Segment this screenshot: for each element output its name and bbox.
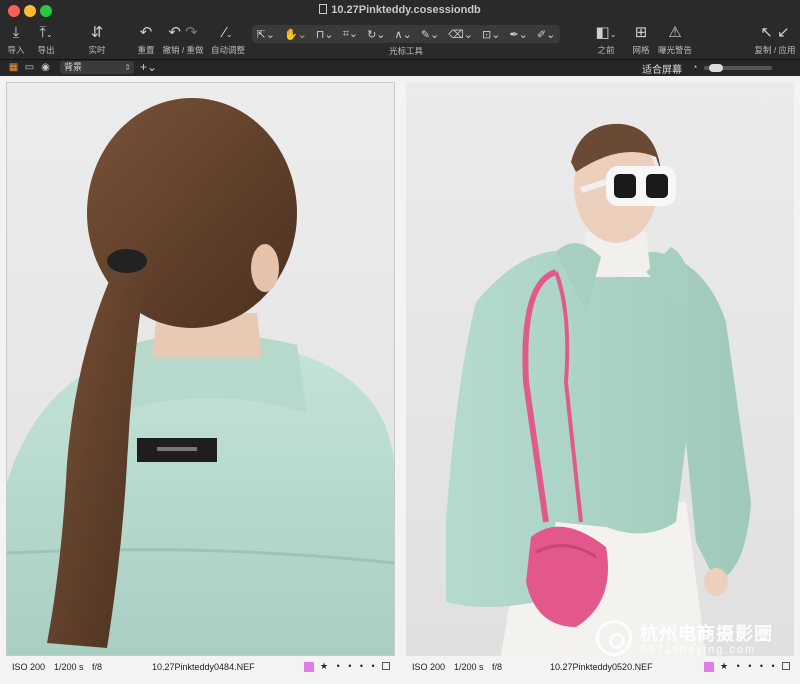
keystone-tool-icon[interactable]: ∧⌄	[395, 28, 412, 41]
background-select-value: 背景	[64, 62, 83, 72]
background-select[interactable]: 背景 ⇕	[60, 61, 134, 74]
copy-apply-label: 复制 / 应用	[754, 45, 796, 55]
star-rating[interactable]: ★ • • • •	[320, 661, 378, 672]
window-title: 10.27Pinkteddy.cosessiondb	[0, 4, 800, 16]
photo-back-view	[7, 83, 394, 655]
spot-removal-tool-icon[interactable]: ⊡⌄	[482, 28, 500, 41]
exposure-warning-button[interactable]: ⚠ 曝光警告	[656, 22, 694, 60]
fit-screen-button[interactable]: 适合屏幕	[642, 61, 682, 76]
add-icon[interactable]: +⌄	[140, 60, 157, 74]
undo-redo-label: 撤销 / 重做	[162, 45, 204, 55]
shutter-value: 1/200 s	[54, 662, 84, 672]
main-toolbar: ⤓ 导入 ⤒⌄ 导出 ⇵ 实时 ↶ 重置 ↶ ↷ 撤销 / 重做 ⁄⌄ 自动调整…	[0, 22, 800, 60]
color-tag[interactable]	[304, 662, 314, 672]
export-label: 导出	[37, 45, 55, 55]
shutter-value: 1/200 s	[454, 662, 484, 672]
before-label: 之前	[597, 45, 615, 55]
watermark: 杭州电商摄影圈 0571sheying.com	[596, 616, 796, 664]
aperture-value: f/8	[92, 662, 103, 672]
title-bar: 10.27Pinkteddy.cosessiondb	[0, 0, 800, 22]
viewer-subbar: ▦ ▭ ◉ 背景 ⇕ +⌄ 适合屏幕 ◔	[0, 60, 800, 76]
exposure-warning-label: 曝光警告	[657, 45, 692, 55]
window-title-text: 10.27Pinkteddy.cosessiondb	[331, 4, 481, 16]
metadata-icon[interactable]	[382, 662, 390, 670]
magic-wand-icon: ⁄⌄	[223, 24, 233, 41]
before-button[interactable]: ◧⌄ 之前	[592, 22, 620, 60]
reset-label: 重置	[137, 45, 155, 55]
filename: 10.27Pinkteddy0484.NEF	[152, 662, 255, 672]
import-button[interactable]: ⤓ 导入	[4, 22, 28, 60]
warning-icon: ⚠	[668, 24, 682, 41]
import-label: 导入	[7, 45, 25, 55]
crop-tool-icon[interactable]: ⌗⌄	[343, 27, 358, 41]
multi-view-icon[interactable]: ▦	[8, 62, 19, 73]
image-info-bar-1: ISO 200 1/200 s f/8 10.27Pinkteddy0484.N…	[6, 658, 395, 676]
annotation-tool-icon[interactable]: ✐⌄	[537, 28, 555, 41]
image-pane-1[interactable]	[6, 82, 395, 656]
cursor-tools-label: 光标工具	[388, 46, 423, 56]
undo-redo-icon: ↶ ↷	[168, 24, 198, 41]
copy-apply-button[interactable]: ↖ ↙ 复制 / 应用	[752, 22, 798, 60]
export-button[interactable]: ⤒⌄ 导出	[32, 22, 60, 60]
single-view-icon[interactable]: ▭	[24, 62, 35, 73]
undo-redo-button[interactable]: ↶ ↷ 撤销 / 重做	[162, 22, 204, 60]
chevron-updown-icon: ⇕	[124, 63, 131, 72]
grid-label: 网格	[632, 45, 650, 55]
reset-icon: ↶	[139, 24, 153, 41]
cursor-tools-group: ⇱⌄ ✋⌄ ⊓⌄ ⌗⌄ ↻⌄ ∧⌄ ✎⌄ ⌫⌄ ⊡⌄ ✒⌄ ✐⌄	[252, 25, 560, 43]
iso-value: ISO 200	[12, 662, 46, 672]
aperture-value: f/8	[492, 662, 503, 672]
brush-tool-icon[interactable]: ✎⌄	[421, 28, 439, 41]
pan-tool-icon[interactable]: ✋⌄	[284, 28, 307, 41]
auto-adjust-button[interactable]: ⁄⌄ 自动调整	[210, 22, 246, 60]
before-after-icon: ◧⌄	[595, 24, 617, 41]
proof-view-icon[interactable]: ◉	[40, 62, 51, 73]
photo-front-view	[406, 82, 794, 656]
eraser-tool-icon[interactable]: ⌫⌄	[448, 28, 473, 41]
grid-button[interactable]: ⊞ 网格	[628, 22, 654, 60]
grid-icon: ⊞	[634, 24, 648, 41]
zoom-slider[interactable]	[704, 64, 772, 72]
document-icon	[319, 4, 328, 14]
watermark-cn: 杭州电商摄影圈	[640, 624, 773, 644]
copy-apply-icon: ↖ ↙	[760, 24, 790, 41]
auto-adjust-label: 自动调整	[210, 45, 245, 55]
reset-button[interactable]: ↶ 重置	[134, 22, 158, 60]
import-icon: ⤓	[12, 24, 20, 41]
export-icon: ⤒⌄	[39, 24, 53, 41]
watermark-logo-icon	[596, 620, 632, 656]
zoom-slider-knob[interactable]	[709, 64, 724, 72]
rotate-tool-icon[interactable]: ↻⌄	[367, 28, 385, 41]
loupe-tool-icon[interactable]: ⊓⌄	[316, 28, 334, 41]
zoom-icon: ◔	[692, 62, 698, 72]
live-button[interactable]: ⇵ 实时	[84, 22, 110, 60]
image-pane-2[interactable]	[406, 82, 794, 656]
select-tool-icon[interactable]: ⇱⌄	[257, 28, 275, 41]
iso-value: ISO 200	[412, 662, 446, 672]
image-viewer: ISO 200 1/200 s f/8 10.27Pinkteddy0484.N…	[0, 76, 800, 684]
watermark-en: 0571sheying.com	[640, 644, 757, 656]
tether-icon: ⇵	[90, 24, 104, 41]
picker-tool-icon[interactable]: ✒⌄	[509, 28, 527, 41]
live-label: 实时	[88, 45, 106, 55]
